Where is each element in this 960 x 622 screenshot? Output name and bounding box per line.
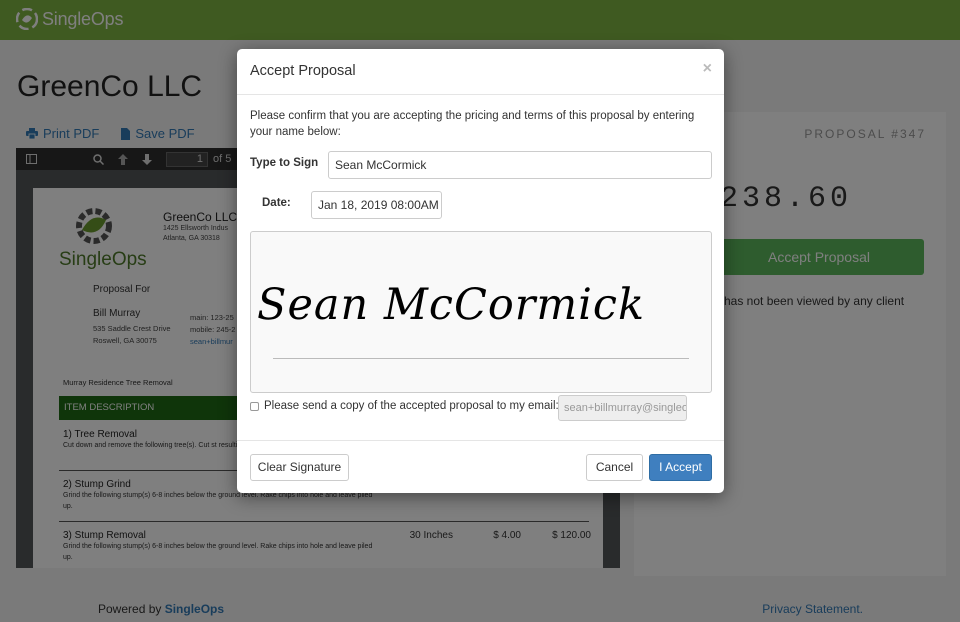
modal-header: Accept Proposal × xyxy=(237,49,724,95)
i-accept-button[interactable]: I Accept xyxy=(649,454,712,481)
modal-title: Accept Proposal xyxy=(250,63,356,79)
cancel-button[interactable]: Cancel xyxy=(586,454,643,481)
email-copy-input[interactable]: sean+billmurray@singleo xyxy=(558,395,687,421)
confirm-instructions: Please confirm that you are accepting th… xyxy=(250,110,695,138)
clear-signature-button[interactable]: Clear Signature xyxy=(250,454,349,481)
signature-baseline xyxy=(273,358,689,359)
date-label: Date: xyxy=(262,197,291,209)
signature-pad[interactable]: Sean McCormick xyxy=(250,231,712,393)
email-copy-checkbox[interactable] xyxy=(250,401,259,411)
type-to-sign-label: Type to Sign xyxy=(250,157,319,169)
email-copy-label: Please send a copy of the accepted propo… xyxy=(264,400,559,412)
close-icon[interactable]: × xyxy=(703,60,712,78)
date-input[interactable]: Jan 18, 2019 08:00AM xyxy=(311,191,442,219)
signature-drawing: Sean McCormick xyxy=(257,280,646,330)
type-to-sign-input[interactable]: Sean McCormick xyxy=(328,151,712,179)
modal-footer-divider xyxy=(237,440,724,441)
accept-proposal-modal: Accept Proposal × Please confirm that yo… xyxy=(237,49,724,493)
email-copy-row: Please send a copy of the accepted propo… xyxy=(250,400,559,412)
